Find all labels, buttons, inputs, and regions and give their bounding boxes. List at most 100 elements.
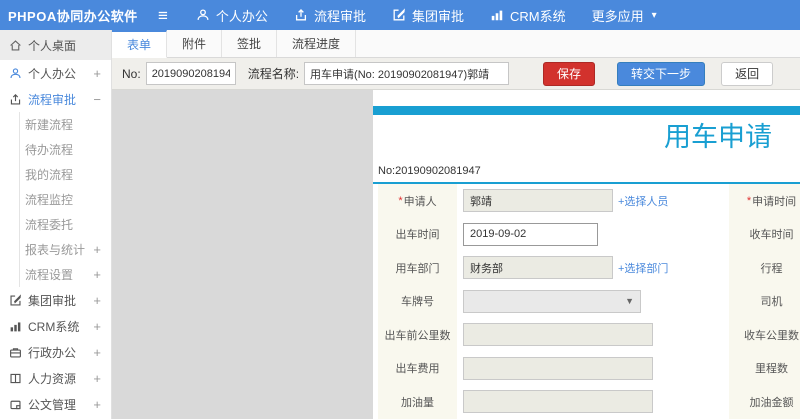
trip-cost-input[interactable]	[463, 356, 653, 380]
fuel-amount-input[interactable]	[463, 390, 653, 414]
expand-plus-icon[interactable]: +	[93, 397, 101, 412]
return-mileage-label: 收车公里数	[729, 318, 800, 352]
mileage-label: 里程数	[729, 351, 800, 385]
book-icon	[9, 372, 28, 385]
topnav-label: 集团审批	[411, 8, 464, 24]
tab-bar: 表单 附件 签批 流程进度	[112, 30, 800, 58]
sidebar-item-crm[interactable]: CRM系统 +	[0, 313, 111, 339]
apply-time-label: * 申请时间	[729, 184, 800, 218]
sidebar-sub-label: 新建流程	[25, 118, 74, 132]
department-input[interactable]	[463, 256, 613, 280]
sidebar-item-label: 行政办公	[28, 345, 77, 360]
user-icon	[9, 67, 28, 80]
sidebar-item-label: 人力资源	[28, 371, 77, 386]
hamburger-icon[interactable]: ≡	[158, 7, 168, 24]
pre-trip-mileage-input[interactable]	[463, 323, 653, 347]
expand-plus-icon[interactable]: +	[93, 371, 101, 386]
expand-plus-icon[interactable]: +	[93, 293, 101, 308]
collapse-minus-icon[interactable]: −	[93, 92, 101, 107]
sidebar-sub-workflow-delegate[interactable]: 流程委托	[19, 212, 111, 237]
sidebar-sub-label: 报表与统计	[25, 243, 86, 257]
workflow-name-input[interactable]	[304, 62, 510, 85]
trip-label: 行程	[729, 251, 800, 285]
tab-form[interactable]: 表单	[112, 30, 168, 58]
pre-trip-mileage-field-cell	[457, 318, 729, 352]
forward-next-step-button[interactable]: 转交下一步	[617, 61, 706, 86]
sidebar-sub-new-workflow[interactable]: 新建流程	[19, 112, 111, 137]
sidebar-sub-workflow-monitor[interactable]: 流程监控	[19, 187, 111, 212]
plate-number-field-cell: ▼	[457, 284, 729, 318]
tab-attachments[interactable]: 附件	[167, 30, 223, 57]
tab-workflow-progress[interactable]: 流程进度	[277, 30, 357, 57]
sidebar-item-document-mgmt[interactable]: 公文管理 +	[0, 391, 111, 417]
topnav-label: 更多应用	[591, 8, 644, 24]
top-nav: 个人办公 流程审批 集团审批 CRM系统 更多应用 ▾	[196, 6, 657, 25]
expand-plus-icon[interactable]: +	[93, 267, 101, 282]
sidebar-item-hr[interactable]: 人力资源 +	[0, 365, 111, 391]
topnav-label: CRM系统	[509, 8, 566, 24]
edit-icon	[9, 293, 28, 307]
plate-number-label: 车牌号	[378, 284, 457, 318]
expand-plus-icon[interactable]: +	[93, 66, 101, 81]
topnav-label: 流程审批	[313, 8, 366, 24]
applicant-label: * 申请人	[378, 184, 457, 218]
no-label: No:	[122, 66, 141, 81]
fuel-amount-label: 加油量	[378, 385, 457, 419]
briefcase-icon	[9, 346, 28, 359]
main-area: 表单 附件 签批 流程进度 No: 流程名称: 保存 转交下一步 返回 用车申请…	[112, 30, 800, 419]
sidebar-item-label: 公文管理	[28, 397, 77, 412]
back-button[interactable]: 返回	[721, 61, 774, 86]
departure-time-label: 出车时间	[378, 217, 457, 251]
applicant-input[interactable]	[463, 189, 613, 213]
doc-icon	[9, 398, 28, 411]
tab-signoff[interactable]: 签批	[222, 30, 278, 57]
topnav-crm[interactable]: CRM系统	[490, 6, 566, 25]
app-logo: PHPOA协同办公软件	[8, 8, 138, 24]
form-header-bar	[373, 106, 800, 115]
select-department-link[interactable]: +选择部门	[618, 260, 668, 276]
sidebar-sub-workflow-settings[interactable]: 流程设置 +	[19, 262, 111, 287]
home-icon	[9, 39, 28, 52]
sidebar-sub-label: 流程设置	[25, 268, 74, 282]
sidebar-sub-label: 流程监控	[25, 193, 74, 207]
trip-cost-label: 出车费用	[378, 351, 457, 385]
expand-plus-icon[interactable]: +	[93, 319, 101, 334]
share-icon	[294, 8, 308, 22]
department-field-cell: +选择部门	[457, 251, 729, 285]
no-input[interactable]	[145, 62, 236, 85]
topnav-group-approval[interactable]: 集团审批	[392, 6, 464, 25]
sidebar-item-group-approval[interactable]: 集团审批 +	[0, 287, 111, 313]
expand-plus-icon[interactable]: +	[93, 242, 101, 257]
sidebar-item-label: 集团审批	[28, 293, 77, 308]
user-icon	[196, 8, 210, 22]
save-button[interactable]: 保存	[543, 61, 596, 86]
sidebar-item-personal-office[interactable]: 个人办公 +	[0, 60, 111, 86]
fuel-amount-field-cell	[457, 385, 729, 419]
vehicle-request-form-panel: 用车申请 No:20190902081947 *申请人 +选择人员 *申请时间 …	[373, 90, 800, 419]
driver-label: 司机	[729, 284, 800, 318]
sidebar-item-personal-desktop[interactable]: 个人桌面	[0, 30, 111, 60]
content-area: 用车申请 No:20190902081947 *申请人 +选择人员 *申请时间 …	[112, 90, 800, 419]
expand-plus-icon[interactable]: +	[93, 345, 101, 360]
edit-icon	[392, 8, 406, 22]
departure-time-field-cell	[457, 217, 729, 251]
topnav-personal-office[interactable]: 个人办公	[196, 6, 268, 25]
sidebar-item-workflow-approval[interactable]: 流程审批 −	[0, 86, 111, 112]
sidebar-sub-my-workflow[interactable]: 我的流程	[19, 162, 111, 187]
sidebar-sub-reports-statistics[interactable]: 报表与统计 +	[19, 237, 111, 262]
top-bar: PHPOA协同办公软件 ≡ 个人办公 流程审批 集团审批 CRM系统 更多应用 …	[0, 0, 800, 30]
departure-time-input[interactable]	[463, 222, 598, 246]
sidebar-item-admin-office[interactable]: 行政办公 +	[0, 339, 111, 365]
plate-number-select[interactable]: ▼	[463, 289, 641, 313]
fuel-cost-label: 加油金额	[729, 385, 800, 419]
sidebar-item-label: 流程审批	[28, 92, 77, 107]
chart-icon	[9, 320, 28, 333]
caret-down-icon: ▾	[651, 9, 657, 21]
select-person-link[interactable]: +选择人员	[618, 193, 668, 209]
topnav-more-apps[interactable]: 更多应用 ▾	[592, 6, 657, 25]
topnav-workflow-approval[interactable]: 流程审批	[294, 6, 366, 25]
form-toolbar: No: 流程名称: 保存 转交下一步 返回	[112, 58, 800, 90]
dropdown-arrow-icon: ▼	[625, 296, 634, 307]
form-title: 用车申请	[664, 122, 772, 152]
sidebar-sub-todo-workflow[interactable]: 待办流程	[19, 137, 111, 162]
